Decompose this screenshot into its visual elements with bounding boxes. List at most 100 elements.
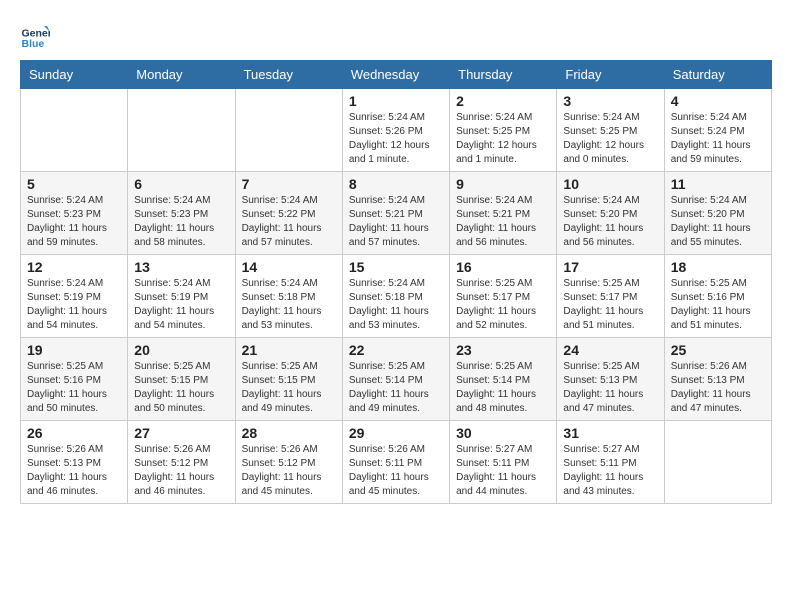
day-info: Sunrise: 5:25 AM Sunset: 5:13 PM Dayligh… (563, 360, 657, 416)
calendar-cell (21, 89, 128, 172)
day-number: 31 (563, 425, 657, 441)
day-number: 28 (242, 425, 336, 441)
calendar-cell (664, 421, 771, 504)
calendar-cell: 17 Sunrise: 5:25 AM Sunset: 5:17 PM Dayli… (557, 255, 664, 338)
calendar-cell: 8 Sunrise: 5:24 AM Sunset: 5:21 PM Daylig… (342, 172, 449, 255)
day-number: 19 (27, 342, 121, 358)
day-number: 4 (671, 93, 765, 109)
day-info: Sunrise: 5:24 AM Sunset: 5:20 PM Dayligh… (563, 194, 657, 250)
day-number: 8 (349, 176, 443, 192)
day-number: 16 (456, 259, 550, 275)
day-info: Sunrise: 5:24 AM Sunset: 5:23 PM Dayligh… (27, 194, 121, 250)
day-info: Sunrise: 5:24 AM Sunset: 5:20 PM Dayligh… (671, 194, 765, 250)
day-info: Sunrise: 5:24 AM Sunset: 5:25 PM Dayligh… (456, 111, 550, 167)
day-info: Sunrise: 5:25 AM Sunset: 5:14 PM Dayligh… (349, 360, 443, 416)
day-number: 10 (563, 176, 657, 192)
calendar-cell: 18Sunrise: 5:25 AM Sunset: 5:16 PM Dayli… (664, 255, 771, 338)
day-number: 23 (456, 342, 550, 358)
day-info: Sunrise: 5:26 AM Sunset: 5:13 PM Dayligh… (27, 443, 121, 499)
calendar-cell: 5 Sunrise: 5:24 AM Sunset: 5:23 PM Daylig… (21, 172, 128, 255)
day-info: Sunrise: 5:24 AM Sunset: 5:18 PM Dayligh… (242, 277, 336, 333)
calendar-cell: 30Sunrise: 5:27 AM Sunset: 5:11 PM Dayli… (450, 421, 557, 504)
day-number: 3 (563, 93, 657, 109)
calendar-cell: 21 Sunrise: 5:25 AM Sunset: 5:15 PM Dayli… (235, 338, 342, 421)
day-number: 26 (27, 425, 121, 441)
weekday-header-sunday: Sunday (21, 61, 128, 89)
calendar-cell: 3 Sunrise: 5:24 AM Sunset: 5:25 PM Daylig… (557, 89, 664, 172)
day-number: 7 (242, 176, 336, 192)
page-header: General Blue (20, 20, 772, 50)
weekday-header-tuesday: Tuesday (235, 61, 342, 89)
day-info: Sunrise: 5:24 AM Sunset: 5:21 PM Dayligh… (349, 194, 443, 250)
calendar-cell: 26 Sunrise: 5:26 AM Sunset: 5:13 PM Dayli… (21, 421, 128, 504)
day-info: Sunrise: 5:24 AM Sunset: 5:26 PM Dayligh… (349, 111, 443, 167)
calendar-cell: 2 Sunrise: 5:24 AM Sunset: 5:25 PM Daylig… (450, 89, 557, 172)
day-info: Sunrise: 5:25 AM Sunset: 5:17 PM Dayligh… (563, 277, 657, 333)
day-info: Sunrise: 5:27 AM Sunset: 5:11 PM Dayligh… (563, 443, 657, 499)
day-info: Sunrise: 5:25 AM Sunset: 5:17 PM Dayligh… (456, 277, 550, 333)
weekday-header-monday: Monday (128, 61, 235, 89)
day-info: Sunrise: 5:24 AM Sunset: 5:25 PM Dayligh… (563, 111, 657, 167)
weekday-header-thursday: Thursday (450, 61, 557, 89)
day-info: Sunrise: 5:24 AM Sunset: 5:19 PM Dayligh… (27, 277, 121, 333)
day-info: Sunrise: 5:24 AM Sunset: 5:24 PM Dayligh… (671, 111, 765, 167)
calendar-cell: 7 Sunrise: 5:24 AM Sunset: 5:22 PM Daylig… (235, 172, 342, 255)
calendar-cell: 10 Sunrise: 5:24 AM Sunset: 5:20 PM Dayli… (557, 172, 664, 255)
day-number: 24 (563, 342, 657, 358)
calendar-cell: 6 Sunrise: 5:24 AM Sunset: 5:23 PM Daylig… (128, 172, 235, 255)
calendar: SundayMondayTuesdayWednesdayThursdayFrid… (20, 60, 772, 504)
day-number: 29 (349, 425, 443, 441)
calendar-cell: 27 Sunrise: 5:26 AM Sunset: 5:12 PM Dayli… (128, 421, 235, 504)
day-info: Sunrise: 5:25 AM Sunset: 5:14 PM Dayligh… (456, 360, 550, 416)
day-number: 12 (27, 259, 121, 275)
day-number: 14 (242, 259, 336, 275)
day-number: 1 (349, 93, 443, 109)
day-number: 13 (134, 259, 228, 275)
day-number: 11 (671, 176, 765, 192)
calendar-cell: 15 Sunrise: 5:24 AM Sunset: 5:18 PM Dayli… (342, 255, 449, 338)
weekday-header-wednesday: Wednesday (342, 61, 449, 89)
day-info: Sunrise: 5:26 AM Sunset: 5:12 PM Dayligh… (134, 443, 228, 499)
calendar-cell: 31 Sunrise: 5:27 AM Sunset: 5:11 PM Dayli… (557, 421, 664, 504)
day-info: Sunrise: 5:25 AM Sunset: 5:15 PM Dayligh… (242, 360, 336, 416)
day-info: Sunrise: 5:25 AM Sunset: 5:16 PM Dayligh… (27, 360, 121, 416)
day-info: Sunrise: 5:26 AM Sunset: 5:11 PM Dayligh… (349, 443, 443, 499)
calendar-cell: 16 Sunrise: 5:25 AM Sunset: 5:17 PM Dayli… (450, 255, 557, 338)
weekday-header-friday: Friday (557, 61, 664, 89)
calendar-cell: 13 Sunrise: 5:24 AM Sunset: 5:19 PM Dayli… (128, 255, 235, 338)
calendar-cell: 23 Sunrise: 5:25 AM Sunset: 5:14 PM Dayli… (450, 338, 557, 421)
day-number: 6 (134, 176, 228, 192)
day-number: 5 (27, 176, 121, 192)
day-number: 2 (456, 93, 550, 109)
calendar-cell (128, 89, 235, 172)
calendar-cell: 9Sunrise: 5:24 AM Sunset: 5:21 PM Daylig… (450, 172, 557, 255)
calendar-cell: 29 Sunrise: 5:26 AM Sunset: 5:11 PM Dayli… (342, 421, 449, 504)
calendar-cell: 19 Sunrise: 5:25 AM Sunset: 5:16 PM Dayli… (21, 338, 128, 421)
day-number: 21 (242, 342, 336, 358)
day-number: 22 (349, 342, 443, 358)
calendar-cell: 4 Sunrise: 5:24 AM Sunset: 5:24 PM Daylig… (664, 89, 771, 172)
day-number: 20 (134, 342, 228, 358)
weekday-header-saturday: Saturday (664, 61, 771, 89)
day-info: Sunrise: 5:24 AM Sunset: 5:22 PM Dayligh… (242, 194, 336, 250)
day-number: 17 (563, 259, 657, 275)
day-info: Sunrise: 5:24 AM Sunset: 5:19 PM Dayligh… (134, 277, 228, 333)
svg-text:Blue: Blue (22, 38, 45, 50)
day-number: 15 (349, 259, 443, 275)
calendar-cell: 22 Sunrise: 5:25 AM Sunset: 5:14 PM Dayli… (342, 338, 449, 421)
day-number: 25 (671, 342, 765, 358)
day-info: Sunrise: 5:24 AM Sunset: 5:23 PM Dayligh… (134, 194, 228, 250)
day-number: 9 (456, 176, 550, 192)
calendar-cell: 1 Sunrise: 5:24 AM Sunset: 5:26 PM Daylig… (342, 89, 449, 172)
calendar-cell: 20 Sunrise: 5:25 AM Sunset: 5:15 PM Dayli… (128, 338, 235, 421)
calendar-cell: 25 Sunrise: 5:26 AM Sunset: 5:13 PM Dayli… (664, 338, 771, 421)
calendar-cell: 12 Sunrise: 5:24 AM Sunset: 5:19 PM Dayli… (21, 255, 128, 338)
day-info: Sunrise: 5:25 AM Sunset: 5:15 PM Dayligh… (134, 360, 228, 416)
day-number: 27 (134, 425, 228, 441)
calendar-cell (235, 89, 342, 172)
calendar-cell: 14 Sunrise: 5:24 AM Sunset: 5:18 PM Dayli… (235, 255, 342, 338)
day-info: Sunrise: 5:24 AM Sunset: 5:18 PM Dayligh… (349, 277, 443, 333)
day-number: 18 (671, 259, 765, 275)
day-info: Sunrise: 5:26 AM Sunset: 5:13 PM Dayligh… (671, 360, 765, 416)
day-info: Sunrise: 5:26 AM Sunset: 5:12 PM Dayligh… (242, 443, 336, 499)
